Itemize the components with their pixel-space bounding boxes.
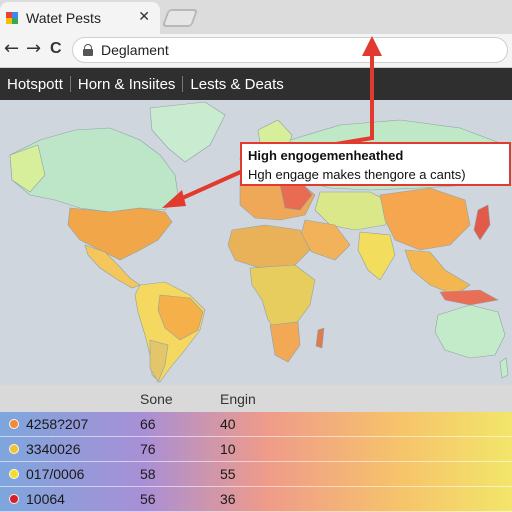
world-map[interactable]: High engogemenheathed Hgh engage makes t… [0, 100, 512, 385]
tooltip-title: High engogemenheathed [248, 148, 404, 163]
arrow-annotation-icon [177, 168, 246, 202]
nav-item-hotspott[interactable]: Hotspott [0, 76, 70, 93]
tab-strip: Watet Pests ✕ [0, 0, 512, 34]
row-id: 017/0006 [26, 466, 85, 482]
row-engin-value: 10 [220, 441, 236, 457]
close-icon[interactable]: ✕ [138, 9, 150, 25]
back-arrow-icon[interactable]: ← [4, 38, 19, 59]
row-id: 10064 [26, 491, 65, 507]
row-sone-value: 56 [140, 491, 156, 507]
favicon-icon [6, 12, 18, 24]
row-sone-value: 58 [140, 466, 156, 482]
row-engin-value: 36 [220, 491, 236, 507]
browser-tab[interactable]: Watet Pests ✕ [0, 2, 160, 34]
row-id: 3340026 [26, 441, 81, 457]
region-india [357, 231, 396, 281]
region-africa-south [269, 321, 301, 363]
row-sone-value: 66 [140, 416, 156, 432]
table-row[interactable]: 3340026 76 10 [0, 437, 512, 462]
row-sone-value: 76 [140, 441, 156, 457]
status-dot-icon [9, 444, 19, 454]
tab-title: Watet Pests [26, 10, 101, 26]
reload-icon[interactable]: C [50, 40, 62, 58]
new-tab-button[interactable] [161, 9, 199, 27]
region-australia [434, 304, 506, 359]
app-navigation: Hotspott Horn & Insiites Lests & Deats [0, 68, 512, 100]
region-africa-north [227, 224, 311, 269]
row-engin-value: 40 [220, 416, 236, 432]
browser-toolbar: ← → C Deglament [0, 34, 512, 68]
browser-window: Watet Pests ✕ ← → C Deglament Hotspott H… [0, 0, 512, 512]
region-new-zealand [499, 357, 509, 379]
region-southeast-asia [404, 249, 471, 296]
table-row[interactable]: 017/0006 58 55 [0, 462, 512, 487]
data-table: 4258?207 66 40 3340026 76 10 017/0006 58 55 10064… [0, 412, 512, 512]
status-dot-icon [9, 469, 19, 479]
forward-arrow-icon[interactable]: → [26, 38, 41, 59]
nav-item-lests-deats[interactable]: Lests & Deats [183, 76, 290, 93]
column-header-engin[interactable]: Engin [220, 391, 256, 407]
region-usa [67, 207, 173, 261]
region-indonesia [439, 289, 499, 306]
map-tooltip: High engogemenheathed Hgh engage makes t… [240, 142, 511, 186]
region-china [379, 187, 471, 251]
region-greenland [149, 101, 226, 163]
region-japan [473, 204, 491, 241]
nav-item-horn-insiites[interactable]: Horn & Insiites [71, 76, 183, 93]
row-engin-value: 55 [220, 466, 236, 482]
status-dot-icon [9, 494, 19, 504]
table-row[interactable]: 10064 56 36 [0, 487, 512, 512]
status-dot-icon [9, 419, 19, 429]
row-id: 4258?207 [26, 416, 89, 432]
column-header-sone[interactable]: Sone [140, 391, 173, 407]
region-madagascar [315, 327, 325, 349]
table-header: Sone Engin [0, 385, 512, 412]
lock-icon [83, 44, 93, 56]
address-url: Deglament [101, 42, 169, 58]
tooltip-body: Hgh engage makes thengore a cants) [248, 167, 466, 182]
table-row[interactable]: 4258?207 66 40 [0, 412, 512, 437]
address-bar[interactable]: Deglament [72, 37, 508, 63]
